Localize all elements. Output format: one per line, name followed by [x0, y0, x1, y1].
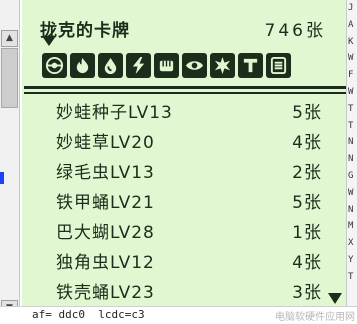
card-row[interactable]: 铁甲蛹LV21 5张 [22, 186, 346, 216]
side-letter: G [348, 170, 354, 181]
side-letter: T [348, 271, 354, 282]
psychic-icon[interactable] [182, 53, 207, 78]
pokeball-icon[interactable] [42, 53, 67, 78]
card-quantity: 4张 [292, 133, 322, 153]
side-letter: J [348, 3, 354, 13]
side-letter: N [348, 204, 354, 215]
card-quantity: 5张 [292, 193, 322, 213]
card-row[interactable]: 妙蛙种子LV13 5张 [22, 96, 346, 126]
lightning-icon[interactable] [126, 53, 151, 78]
card-row[interactable]: 巴大蝴LV28 1张 [22, 216, 346, 246]
side-letter: W [348, 86, 354, 97]
card-row[interactable]: 独角虫LV12 4张 [22, 246, 346, 276]
card-name: 独角虫LV12 [56, 253, 155, 273]
colorless-icon[interactable] [210, 53, 235, 78]
divider [24, 86, 346, 89]
side-letter: M [348, 221, 354, 232]
card-name: 妙蛙种子LV13 [56, 103, 173, 123]
side-letter: T [348, 103, 354, 114]
game-screen: 拢克的卡牌 746张 妙蛙种子LV13 5张 妙蛙草LV20 4张 绿毛虫LV1… [22, 0, 346, 306]
card-name: 铁甲蛹LV21 [56, 193, 155, 213]
card-name: 妙蛙草LV20 [56, 133, 155, 153]
status-bar: af= ddc0 lcdc=c3 电脑软硬件应用网 [0, 306, 357, 324]
watermark: 电脑软硬件应用网 [275, 312, 355, 323]
scroll-up-button[interactable]: ▲ [1, 30, 18, 47]
side-letter: K [348, 36, 354, 47]
card-quantity: 1张 [292, 223, 322, 243]
side-letter: N [348, 137, 354, 148]
position-marker [0, 172, 4, 184]
side-letters: J A K W F W T T N N G W N M X Y T [348, 0, 353, 286]
fighting-icon[interactable] [154, 53, 179, 78]
vertical-scrollbar[interactable]: ▲ ▼ [0, 0, 20, 324]
side-letter: F [348, 70, 354, 81]
selection-cursor-icon [42, 36, 56, 46]
divider [24, 92, 346, 94]
side-letter: W [348, 53, 354, 64]
trainer-icon[interactable] [238, 53, 263, 78]
energy-icon[interactable] [266, 53, 291, 78]
side-letter: A [348, 19, 354, 30]
side-letter: W [348, 187, 354, 198]
fire-icon[interactable] [70, 53, 95, 78]
side-letter: Y [348, 254, 354, 265]
card-name: 巴大蝴LV28 [56, 223, 155, 243]
scroll-thumb[interactable] [1, 48, 18, 108]
card-total-count: 746张 [264, 21, 326, 41]
card-row[interactable]: 妙蛙草LV20 4张 [22, 126, 346, 156]
more-items-arrow-icon [328, 293, 342, 304]
card-quantity: 5张 [292, 103, 322, 123]
card-row[interactable]: 铁壳蛹LV23 3张 [22, 276, 346, 306]
card-quantity: 3张 [292, 283, 322, 303]
type-filter-bar [42, 53, 291, 78]
card-row[interactable]: 绿毛虫LV13 2张 [22, 156, 346, 186]
card-name: 铁壳蛹LV23 [56, 283, 155, 303]
card-name: 绿毛虫LV13 [56, 163, 155, 183]
side-panel: J A K W F W T T N N G W N M X Y T [346, 0, 357, 306]
card-quantity: 2张 [292, 163, 322, 183]
side-letter: N [348, 154, 354, 165]
water-icon[interactable] [98, 53, 123, 78]
side-letter: X [348, 238, 354, 249]
status-registers: af= ddc0 lcdc=c3 [32, 308, 145, 321]
side-letter: T [348, 120, 354, 131]
card-quantity: 4张 [292, 253, 322, 273]
